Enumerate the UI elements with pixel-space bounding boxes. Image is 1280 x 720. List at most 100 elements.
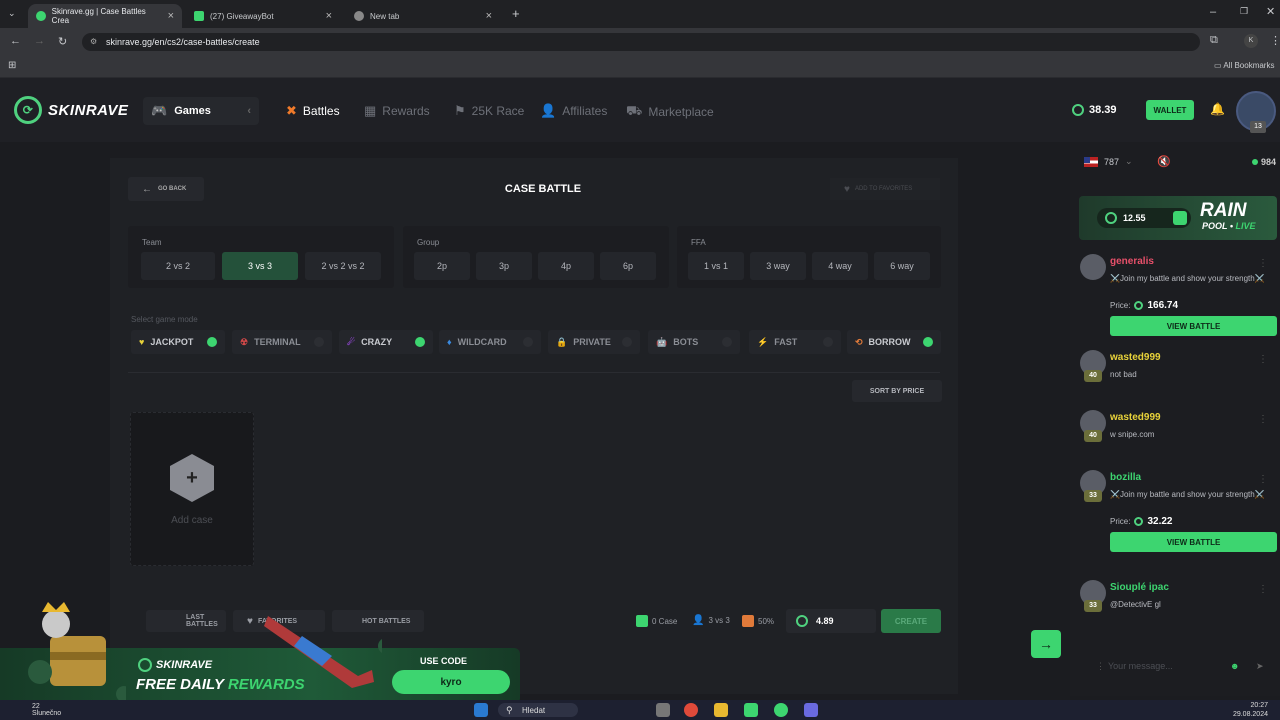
chat-message-input[interactable]: ⋮ Your message... ☻ ➤ xyxy=(1096,655,1272,677)
view-battle-button[interactable]: VIEW BATTLE xyxy=(1110,532,1277,552)
app-icon[interactable] xyxy=(744,703,758,717)
terminal-icon: ☢ xyxy=(240,336,249,347)
nav-rewards[interactable]: ▦ Rewards xyxy=(364,103,430,119)
option-3way[interactable]: 3 way xyxy=(750,252,806,280)
task-view-icon[interactable] xyxy=(656,703,670,717)
chat-username[interactable]: generalis xyxy=(1110,256,1154,267)
reload-icon[interactable]: ↻ xyxy=(58,35,67,48)
option-6way[interactable]: 6 way xyxy=(874,252,930,280)
nav-marketplace[interactable]: ⛟ Marketplace xyxy=(626,103,714,121)
tab-new-tab[interactable]: New tab × xyxy=(346,4,500,28)
view-battle-button[interactable]: VIEW BATTLE xyxy=(1110,316,1277,336)
emoji-icon[interactable]: ☻ xyxy=(1230,661,1239,671)
send-icon[interactable]: ➤ xyxy=(1256,661,1264,672)
extensions-icon[interactable]: ⧉ xyxy=(1210,34,1218,47)
mode-borrow[interactable]: ⟲ BORROW xyxy=(847,330,941,354)
mode-wildcard[interactable]: ♦ WILDCARD xyxy=(439,330,541,354)
chat-username[interactable]: bozilla xyxy=(1110,472,1141,483)
close-tab-icon[interactable]: × xyxy=(486,10,492,22)
apps-grid-icon[interactable]: ⊞ xyxy=(8,60,16,71)
spotify-icon[interactable] xyxy=(774,703,788,717)
discord-icon[interactable] xyxy=(804,703,818,717)
tab-giveawaybot[interactable]: (27) GiveawayBot × xyxy=(186,4,340,28)
mute-icon[interactable]: 🔇 xyxy=(1157,155,1171,168)
mode-bots[interactable]: 🤖 BOTS xyxy=(648,330,740,354)
skinrave-logo[interactable]: ⟳ SKINRAVE xyxy=(14,96,128,124)
nav-battles[interactable]: ✖ Battles xyxy=(286,103,340,119)
maximize-icon[interactable]: ❐ xyxy=(1240,6,1248,17)
kebab-icon[interactable]: ⋮ xyxy=(1258,584,1268,595)
user-avatar[interactable]: 13 xyxy=(1236,91,1276,133)
mode-toggle[interactable] xyxy=(523,337,533,347)
kebab-icon[interactable]: ⋮ xyxy=(1096,661,1105,672)
start-menu-icon[interactable] xyxy=(474,703,488,717)
option-2v2[interactable]: 2 vs 2 xyxy=(141,252,215,280)
mode-crazy[interactable]: ☄ CRAZY xyxy=(339,330,433,354)
tab-skinrave[interactable]: Skinrave.gg | Case Battles Crea × xyxy=(28,4,182,28)
option-4way[interactable]: 4 way xyxy=(812,252,868,280)
option-4p[interactable]: 4p xyxy=(538,252,594,280)
mode-toggle[interactable] xyxy=(823,337,833,347)
add-to-favorites-button[interactable]: ♥ ADD TO FAVORITES xyxy=(830,178,940,200)
last-battles-button[interactable]: LAST BATTLES xyxy=(146,610,226,632)
mode-toggle[interactable] xyxy=(722,337,732,347)
site-info-icon[interactable]: ⚙ xyxy=(90,37,97,46)
nav-race[interactable]: ⚑ 25K Race xyxy=(454,103,524,119)
address-bar[interactable]: ⚙ skinrave.gg/en/cs2/case-battles/create xyxy=(82,33,1200,51)
mode-terminal[interactable]: ☢ TERMINAL xyxy=(232,330,332,354)
option-6p[interactable]: 6p xyxy=(600,252,656,280)
close-tab-icon[interactable]: × xyxy=(168,10,174,22)
close-window-icon[interactable]: ✕ xyxy=(1266,5,1275,18)
mode-toggle[interactable] xyxy=(314,337,324,347)
chat-avatar[interactable] xyxy=(1080,254,1106,280)
mode-jackpot[interactable]: ♥ JACKPOT xyxy=(131,330,225,354)
nav-affiliates[interactable]: 👤 Affiliates xyxy=(540,103,607,119)
option-1v1[interactable]: 1 vs 1 xyxy=(688,252,744,280)
chat-username[interactable]: wasted999 xyxy=(1110,352,1161,363)
games-menu-button[interactable]: 🎮 Games ‹ xyxy=(143,97,259,125)
mode-toggle[interactable] xyxy=(207,337,217,347)
windows-taskbar xyxy=(0,700,1280,720)
all-bookmarks[interactable]: ▭ All Bookmarks xyxy=(1214,61,1274,70)
option-2p[interactable]: 2p xyxy=(414,252,470,280)
kebab-icon[interactable]: ⋮ xyxy=(1258,258,1268,269)
sort-by-price-button[interactable]: SORT BY PRICE xyxy=(852,380,942,402)
profile-avatar[interactable]: K xyxy=(1244,34,1258,48)
mode-fast[interactable]: ⚡ FAST xyxy=(749,330,841,354)
mode-toggle[interactable] xyxy=(415,337,425,347)
tab-search-icon[interactable]: ⌄ xyxy=(8,8,16,19)
go-back-button[interactable]: ← GO BACK xyxy=(128,177,204,201)
forward-icon[interactable]: → xyxy=(34,35,45,47)
borrow-summary: 50% xyxy=(742,615,774,627)
back-icon[interactable]: ← xyxy=(10,35,21,47)
kebab-icon[interactable]: ⋮ xyxy=(1258,474,1268,485)
chat-username[interactable]: Siouplé ipac xyxy=(1110,582,1169,593)
kebab-icon[interactable]: ⋮ xyxy=(1258,414,1268,425)
option-3v3[interactable]: 3 vs 3 xyxy=(222,252,298,280)
mode-toggle[interactable] xyxy=(923,337,933,347)
option-3p[interactable]: 3p xyxy=(476,252,532,280)
taskbar-clock[interactable]: 20:27 29.08.2024 xyxy=(1233,701,1268,719)
create-battle-button[interactable]: CREATE xyxy=(881,609,941,633)
chat-username[interactable]: wasted999 xyxy=(1110,412,1161,423)
chat-room-selector[interactable]: 787 ⌄ xyxy=(1084,156,1133,167)
mode-label: PRIVATE xyxy=(573,337,611,347)
promo-code-button[interactable]: kyro xyxy=(392,670,510,694)
mode-toggle[interactable] xyxy=(622,337,632,347)
mode-private[interactable]: 🔒 PRIVATE xyxy=(548,330,640,354)
bell-icon[interactable]: 🔔 xyxy=(1210,102,1225,116)
menu-kebab-icon[interactable]: ⋮ xyxy=(1270,34,1280,47)
option-2v2v2[interactable]: 2 vs 2 vs 2 xyxy=(305,252,381,280)
collapse-chat-button[interactable]: → xyxy=(1031,630,1061,658)
wallet-button[interactable]: WALLET xyxy=(1146,100,1194,120)
kebab-icon[interactable]: ⋮ xyxy=(1258,354,1268,365)
new-tab-icon[interactable]: + xyxy=(512,6,520,21)
weather-widget[interactable]: 22 Slunečno xyxy=(32,703,61,717)
close-tab-icon[interactable]: × xyxy=(326,10,332,22)
rain-join-icon[interactable] xyxy=(1173,211,1187,225)
taskbar-search[interactable]: ⚲ Hledat xyxy=(498,703,578,717)
chrome-icon[interactable] xyxy=(684,703,698,717)
minimize-icon[interactable]: – xyxy=(1210,6,1216,18)
online-dot-icon xyxy=(1252,159,1258,165)
file-explorer-icon[interactable] xyxy=(714,703,728,717)
